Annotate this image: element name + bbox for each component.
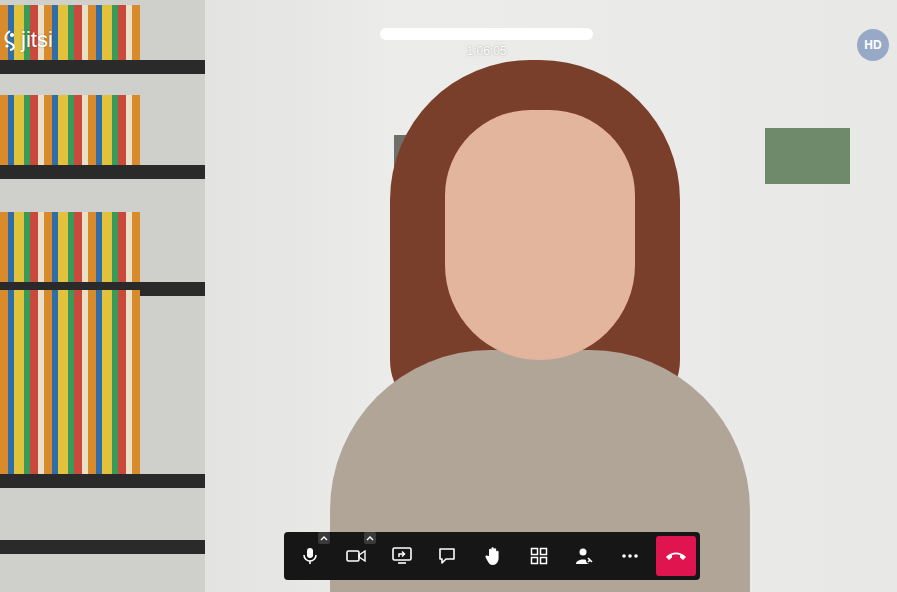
books (0, 212, 140, 282)
books (0, 290, 140, 474)
jitsi-logo[interactable]: jitsi (2, 28, 53, 52)
video-frame (0, 0, 897, 592)
raise-hand-button[interactable] (473, 536, 513, 576)
books (0, 95, 140, 165)
toolbar (284, 532, 700, 580)
shelf (0, 540, 205, 554)
chat-icon (438, 547, 456, 565)
shelf (0, 60, 205, 74)
invite-people-icon (575, 547, 595, 565)
raise-hand-icon (484, 546, 502, 566)
subject-bar (380, 28, 593, 40)
more-options-icon (621, 553, 639, 559)
participant (330, 60, 750, 592)
video-quality-badge[interactable]: HD (857, 29, 889, 61)
screen-share-button[interactable] (382, 536, 422, 576)
screen-share-icon (392, 547, 412, 565)
chat-button[interactable] (427, 536, 467, 576)
camera-button[interactable] (336, 536, 376, 576)
menu-caret-icon[interactable] (318, 532, 330, 544)
camera-icon (346, 548, 366, 564)
invite-people-button[interactable] (565, 536, 605, 576)
header: 1:06:05 (380, 28, 593, 60)
logo-text: jitsi (21, 28, 53, 52)
wall-picture (765, 128, 850, 184)
call-timer: 1:06:05 (462, 44, 510, 60)
hang-up-button[interactable] (656, 536, 696, 576)
more-options-button[interactable] (610, 536, 650, 576)
hang-up-icon (665, 550, 687, 562)
microphone-icon (301, 547, 319, 565)
jitsi-logo-icon (2, 29, 18, 51)
shelf (0, 165, 205, 179)
microphone-button[interactable] (290, 536, 330, 576)
shelf (0, 474, 205, 488)
tile-view-button[interactable] (519, 536, 559, 576)
tile-view-icon (530, 547, 548, 565)
menu-caret-icon[interactable] (364, 532, 376, 544)
